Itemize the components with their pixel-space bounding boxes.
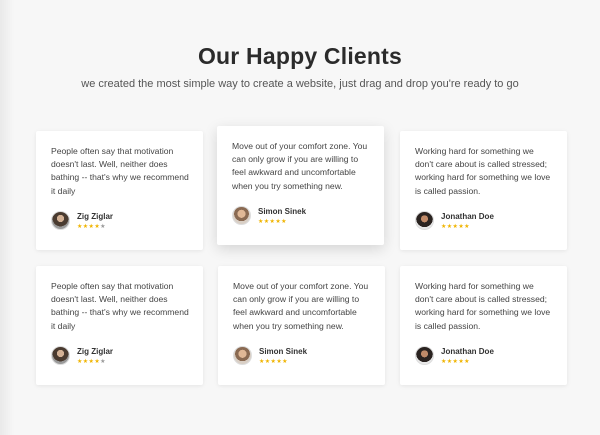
testimonial-author: Zig Ziglar ★★★★★ — [51, 346, 189, 365]
star-filled-icon: ★★★★★ — [259, 358, 288, 365]
star-filled-icon: ★★★★★ — [258, 218, 287, 225]
testimonial-quote: People often say that motivation doesn't… — [51, 281, 189, 331]
testimonial-card: People often say that motivation doesn't… — [36, 131, 203, 250]
star-filled-icon: ★★★★ — [77, 358, 101, 365]
testimonial-quote: Working hard for something we don't care… — [415, 281, 551, 331]
testimonial-author: Simon Sinek ★★★★★ — [232, 206, 370, 225]
author-name: Jonathan Doe — [441, 346, 494, 356]
avatar — [232, 206, 251, 225]
star-empty-icon: ★ — [100, 358, 106, 365]
author-name: Jonathan Doe — [441, 211, 494, 221]
rating-stars: ★★★★★ — [77, 359, 113, 365]
testimonial-author: Jonathan Doe ★★★★★ — [415, 211, 553, 230]
avatar — [51, 211, 70, 230]
avatar — [415, 346, 434, 365]
page-subtitle: we created the most simple way to create… — [81, 78, 519, 90]
testimonial-card: Move out of your comfort zone. You can o… — [218, 266, 385, 385]
testimonial-author: Simon Sinek ★★★★★ — [233, 346, 371, 365]
author-name: Zig Ziglar — [77, 346, 113, 356]
testimonial-quote: Move out of your comfort zone. You can o… — [232, 141, 368, 191]
star-filled-icon: ★★★★★ — [441, 223, 470, 230]
testimonial-card: People often say that motivation doesn't… — [36, 266, 203, 385]
star-empty-icon: ★ — [100, 223, 106, 230]
testimonial-card: Move out of your comfort zone. You can o… — [217, 126, 384, 245]
rating-stars: ★★★★★ — [441, 359, 494, 365]
testimonial-card: Working hard for something we don't care… — [400, 131, 567, 250]
avatar — [233, 346, 252, 365]
rating-stars: ★★★★★ — [441, 224, 494, 230]
page-title: Our Happy Clients — [197, 43, 403, 69]
testimonial-quote: Working hard for something we don't care… — [415, 146, 551, 196]
star-filled-icon: ★★★★★ — [441, 358, 470, 365]
avatar — [415, 211, 434, 230]
star-filled-icon: ★★★★ — [77, 223, 101, 230]
author-name: Simon Sinek — [258, 206, 307, 216]
testimonial-quote: People often say that motivation doesn't… — [51, 146, 189, 196]
testimonial-author: Jonathan Doe ★★★★★ — [415, 346, 553, 365]
avatar — [51, 346, 70, 365]
rating-stars: ★★★★★ — [77, 224, 113, 230]
author-name: Simon Sinek — [259, 346, 308, 356]
author-name: Zig Ziglar — [77, 211, 113, 221]
testimonial-card: Working hard for something we don't care… — [400, 266, 567, 385]
testimonial-quote: Move out of your comfort zone. You can o… — [233, 281, 369, 331]
rating-stars: ★★★★★ — [258, 219, 306, 225]
testimonial-author: Zig Ziglar ★★★★★ — [51, 211, 189, 230]
rating-stars: ★★★★★ — [259, 359, 307, 365]
